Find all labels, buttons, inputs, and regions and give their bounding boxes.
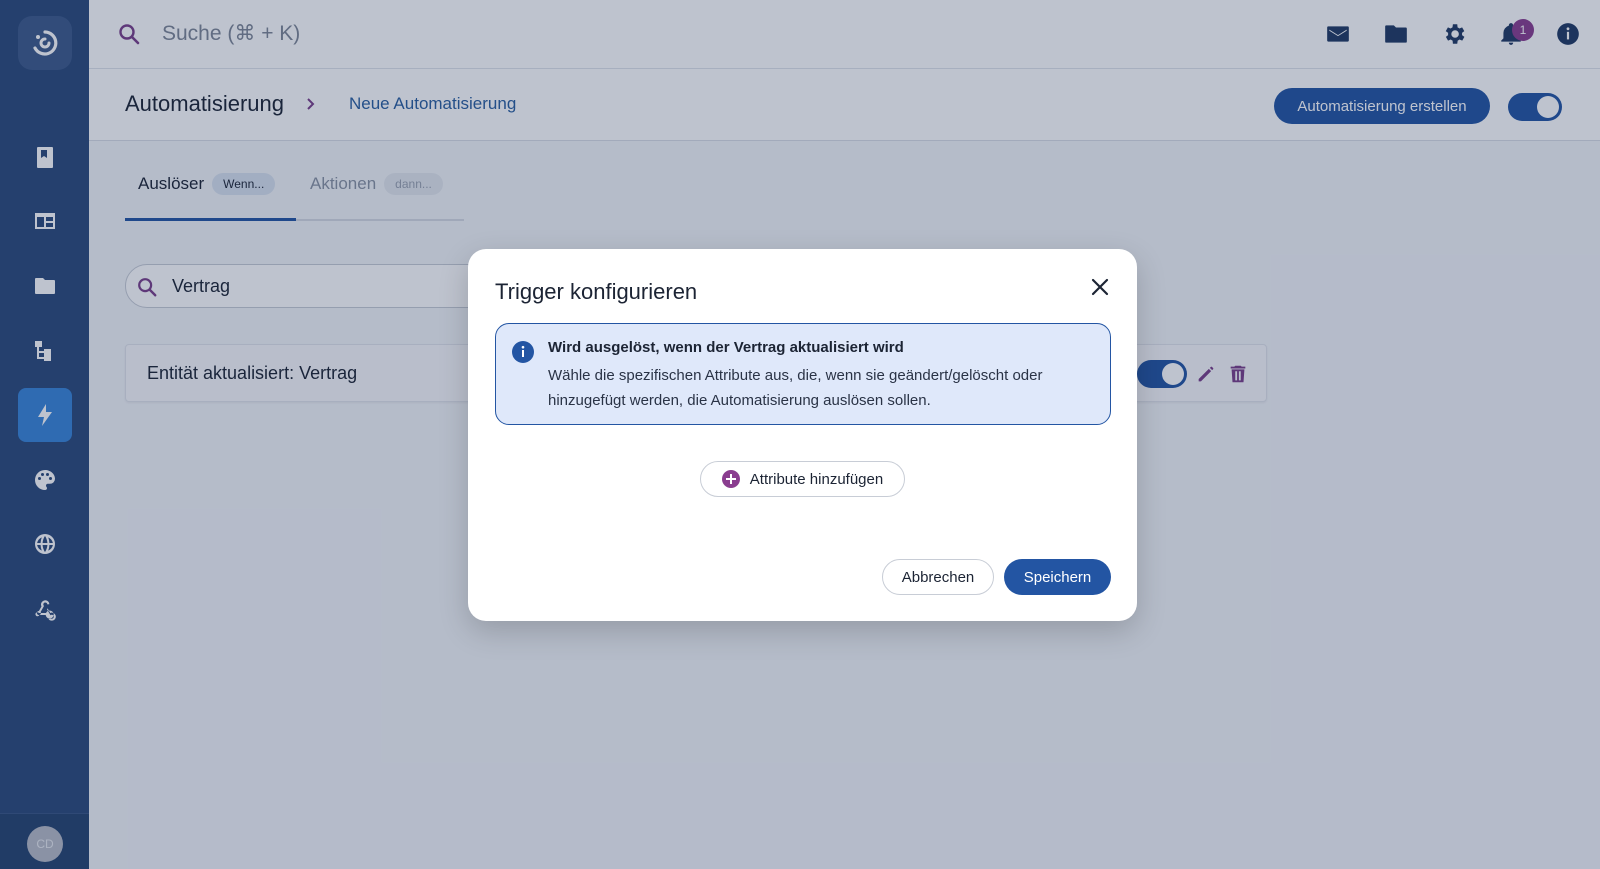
info-title: Wird ausgelöst, wenn der Vertrag aktuali… [548,339,904,356]
add-attributes-button[interactable]: Attribute hinzufügen [700,461,905,497]
info-description: Wähle die spezifischen Attribute aus, di… [548,367,1043,409]
dialog-title: Trigger konfigurieren [495,279,698,304]
close-icon[interactable] [1088,275,1112,299]
cancel-button[interactable]: Abbrechen [882,559,994,595]
info-callout: Wird ausgelöst, wenn der Vertrag aktuali… [495,323,1111,425]
plus-circle-icon [721,470,740,488]
add-attributes-label: Attribute hinzufügen [749,470,884,488]
info-icon [512,341,534,363]
save-button[interactable]: Speichern [1004,559,1111,595]
configure-trigger-dialog: Trigger konfigurieren Wird ausgelöst, we… [468,249,1137,621]
